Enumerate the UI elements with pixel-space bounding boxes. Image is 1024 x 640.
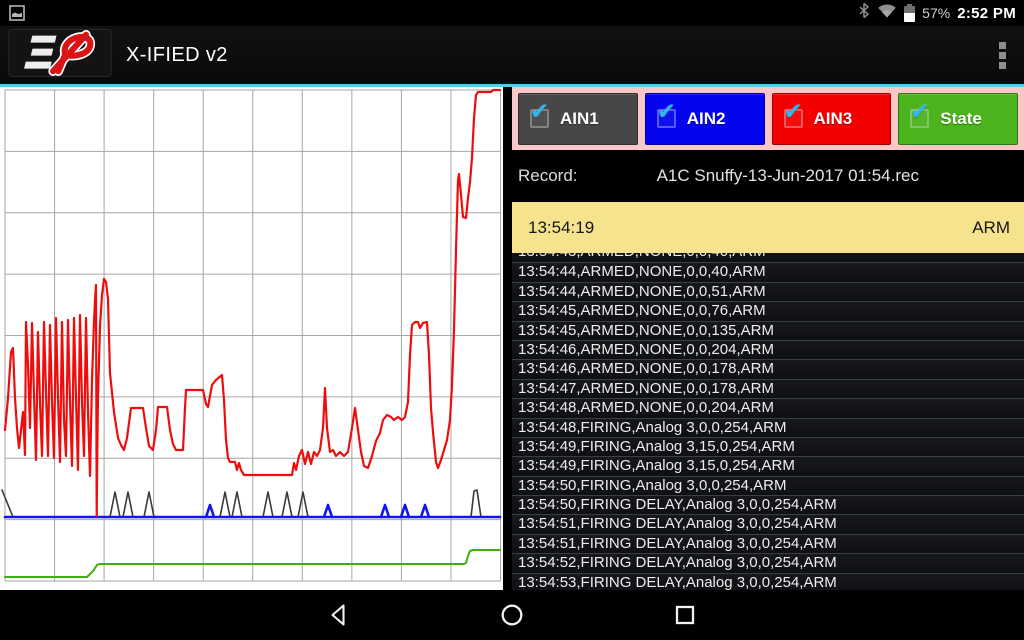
log-row[interactable]: 13:54:52,FIRING DELAY,Analog 3,0,0,254,A… — [512, 553, 1024, 573]
record-row: Record: A1C Snuffy-13-Jun-2017 01:54.rec — [512, 150, 1024, 202]
log-row[interactable]: 13:54:48,FIRING,Analog 3,0,0,254,ARM — [512, 417, 1024, 437]
right-panel: ✔ AIN1 ✔ AIN2 ✔ AIN3 ✔ State Record: A1C Snuffy… — [512, 87, 1024, 590]
log-row[interactable]: 13:54:46,ARMED,NONE,0,0,204,ARM — [512, 339, 1024, 360]
back-button[interactable] — [327, 603, 352, 628]
battery-icon — [904, 3, 916, 22]
home-button[interactable] — [500, 603, 525, 628]
wifi-icon — [877, 3, 897, 24]
log-row[interactable]: 13:54:44,ARMED,NONE,0,0,51,ARM — [512, 281, 1024, 302]
selected-log-time: 13:54:19 — [528, 217, 595, 237]
log-row[interactable]: 13:54:50,FIRING,Analog 3,0,0,254,ARM — [512, 475, 1024, 496]
toggle-label: AIN1 — [560, 108, 599, 128]
log-row[interactable]: 13:54:51,FIRING DELAY,Analog 3,0,0,254,A… — [512, 533, 1024, 554]
toggle-state[interactable]: ✔ State — [898, 92, 1018, 145]
app-logo-icon — [8, 28, 112, 83]
status-bar: 57% 2:52 PM — [0, 0, 1024, 26]
app-bar: X-IFIED v2 — [0, 26, 1024, 84]
toggle-label: AIN3 — [813, 108, 853, 128]
channel-toggle-bar: ✔ AIN1 ✔ AIN2 ✔ AIN3 ✔ State — [512, 87, 1024, 150]
screenshot-notification-icon — [8, 4, 26, 22]
overflow-menu-button[interactable] — [991, 34, 1014, 77]
screen: 57% 2:52 PM X-IFIED v2 ✔ AIN1 ✔ AIN2 ✔ A… — [0, 0, 1024, 640]
log-list[interactable]: 13:54:43,ARMED,NONE,0,0,40,ARM13:54:44,A… — [512, 253, 1024, 590]
toggle-ain1[interactable]: ✔ AIN1 — [518, 92, 638, 145]
log-row[interactable]: 13:54:51,FIRING DELAY,Analog 3,0,0,254,A… — [512, 514, 1024, 534]
toggle-label: AIN2 — [686, 108, 726, 128]
log-row[interactable]: 13:54:47,ARMED,NONE,0,0,178,ARM — [512, 378, 1024, 399]
record-label: Record: — [518, 166, 578, 185]
checkbox-checked-icon: ✔ — [656, 101, 676, 128]
chart-panel — [0, 87, 503, 590]
clock: 2:52 PM — [957, 4, 1016, 22]
log-row[interactable]: 13:54:44,ARMED,NONE,0,0,40,ARM — [512, 262, 1024, 282]
bluetooth-icon — [858, 2, 870, 24]
recents-button[interactable] — [673, 603, 698, 628]
selected-log-state: ARM — [972, 217, 1010, 237]
battery-percent: 57% — [922, 5, 951, 21]
log-row[interactable]: 13:54:46,ARMED,NONE,0,0,178,ARM — [512, 359, 1024, 379]
checkbox-checked-icon: ✔ — [783, 101, 803, 128]
page-title: X-IFIED v2 — [126, 43, 228, 66]
log-row[interactable]: 13:54:43,ARMED,NONE,0,0,40,ARM — [512, 253, 1024, 263]
android-nav-bar — [0, 590, 1024, 640]
toggle-label: State — [940, 108, 982, 128]
signal-chart[interactable] — [0, 87, 503, 590]
log-row[interactable]: 13:54:48,ARMED,NONE,0,0,204,ARM — [512, 398, 1024, 418]
log-row[interactable]: 13:54:49,FIRING,Analog 3,15,0,254,ARM — [512, 456, 1024, 476]
checkbox-checked-icon: ✔ — [910, 101, 930, 128]
log-row[interactable]: 13:54:49,FIRING,Analog 3,15,0,254,ARM — [512, 436, 1024, 457]
record-filename[interactable]: A1C Snuffy-13-Jun-2017 01:54.rec — [578, 166, 1024, 186]
log-row[interactable]: 13:54:45,ARMED,NONE,0,0,135,ARM — [512, 320, 1024, 340]
toggle-ain3[interactable]: ✔ AIN3 — [771, 92, 892, 145]
log-row[interactable]: 13:54:45,ARMED,NONE,0,0,76,ARM — [512, 301, 1024, 321]
checkbox-checked-icon: ✔ — [530, 101, 549, 128]
toggle-ain2[interactable]: ✔ AIN2 — [644, 92, 765, 145]
log-row[interactable]: 13:54:50,FIRING DELAY,Analog 3,0,0,254,A… — [512, 495, 1024, 515]
log-row[interactable]: 13:54:53,FIRING DELAY,Analog 3,0,0,254,A… — [512, 572, 1024, 590]
selected-log-row[interactable]: 13:54:19 ARM — [512, 202, 1024, 253]
